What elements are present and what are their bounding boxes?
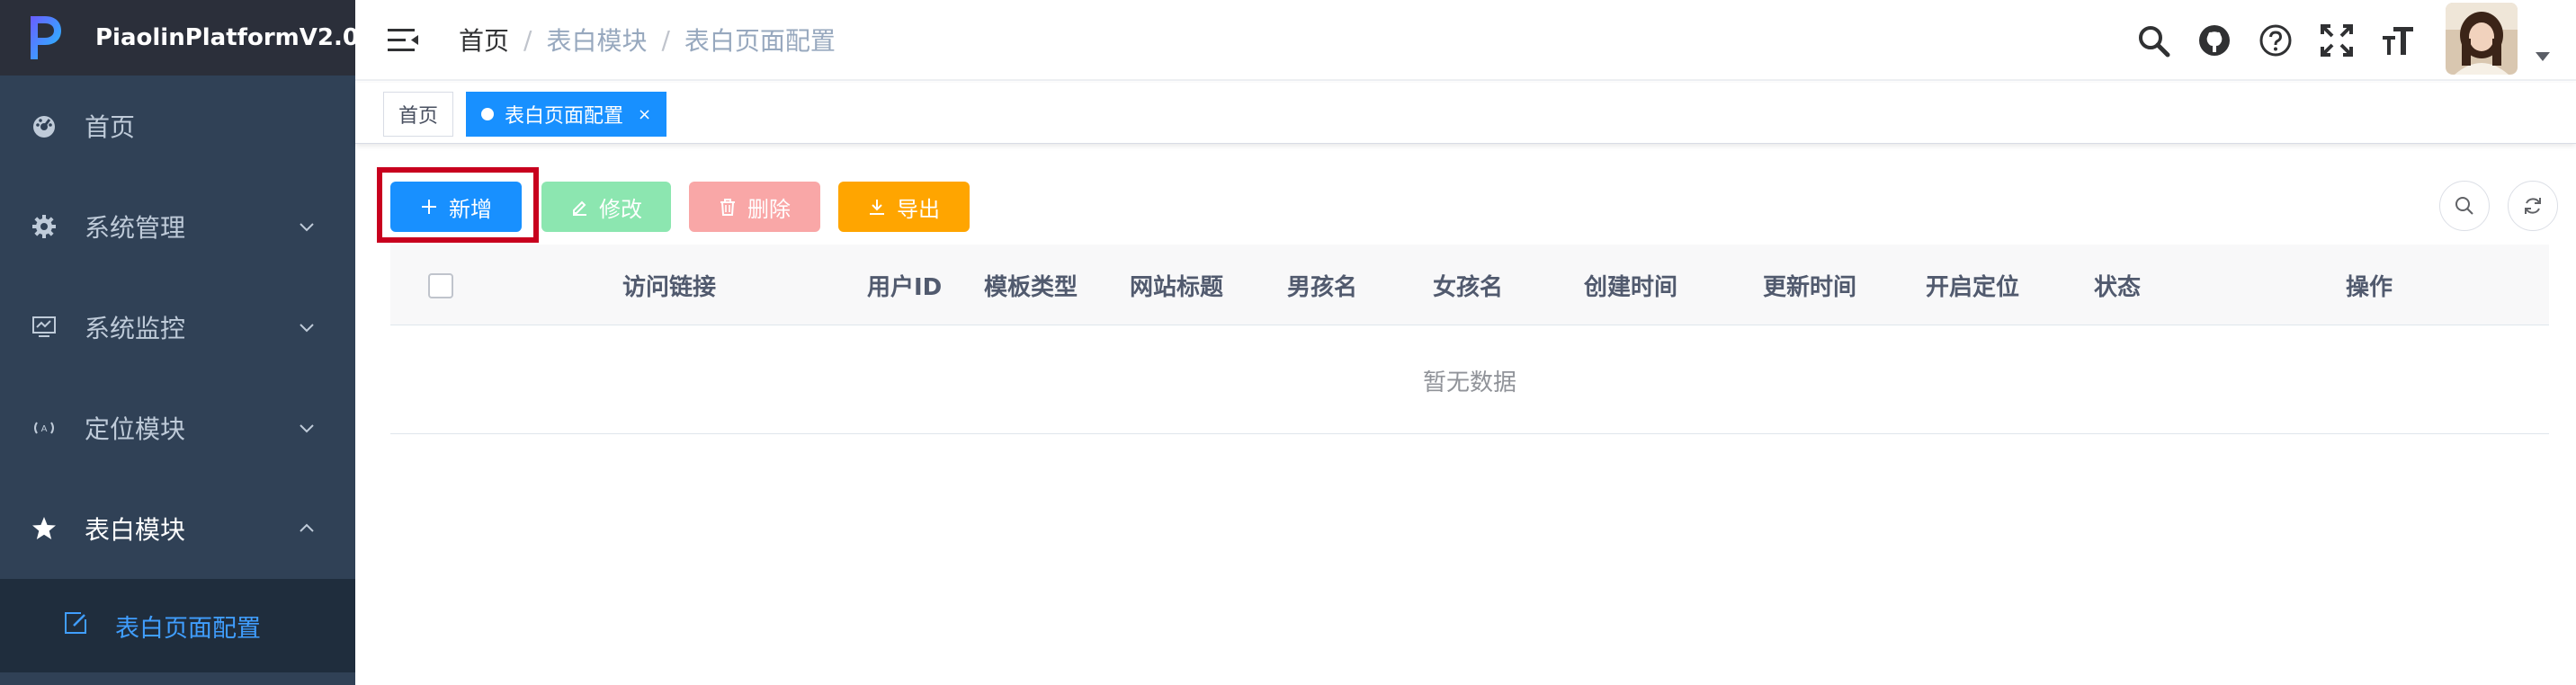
tag-home[interactable]: 首页 (383, 92, 454, 137)
column-header: 更新时间 (1763, 273, 1857, 301)
sidebar-item-label: 首页 (85, 112, 136, 142)
sidebar-menu: 首页 系统管理 系统监控 A 定位模块 表白模块 表白页面配置 (0, 76, 355, 672)
sidebar-item-system-monitor[interactable]: 系统监控 (0, 277, 355, 378)
sidebar-item-home[interactable]: 首页 (0, 76, 355, 176)
chevron-up-icon (300, 523, 314, 532)
column-header: 操作 (2346, 273, 2393, 301)
star-icon (31, 515, 58, 542)
trash-icon (719, 198, 737, 216)
column-header: 用户ID (867, 273, 943, 301)
tag-confession-page-config[interactable]: 表白页面配置 × (466, 92, 667, 137)
sidebar-item-label: 系统管理 (85, 213, 186, 243)
monitor-icon (31, 314, 58, 341)
font-size-icon[interactable] (2379, 22, 2417, 59)
location-icon: A (31, 414, 58, 441)
table-header: 访问链接 用户ID 模板类型 网站标题 男孩名 女孩名 创建时间 更新时间 开启… (390, 245, 2549, 325)
tag-label: 首页 (398, 105, 439, 128)
edit-icon (570, 198, 588, 216)
add-button-label: 新增 (449, 196, 492, 222)
chevron-down-icon (300, 223, 314, 232)
delete-button[interactable]: 删除 (689, 182, 820, 232)
download-icon (868, 198, 886, 216)
column-header: 创建时间 (1584, 273, 1678, 301)
sidebar-item-label: 系统监控 (85, 314, 186, 343)
add-button[interactable]: 新增 (390, 182, 522, 232)
search-toggle-button[interactable] (2439, 181, 2490, 231)
fullscreen-icon[interactable] (2318, 22, 2356, 59)
column-header: 网站标题 (1130, 273, 1224, 301)
column-header: 访问链接 (622, 273, 717, 301)
svg-text:A: A (41, 424, 48, 434)
sidebar-subitem-confession-page-config[interactable]: 表白页面配置 (0, 579, 355, 672)
refresh-icon (2525, 198, 2541, 214)
search-icon (2455, 197, 2473, 215)
app-title: PiaolinPlatformV2.0 (95, 24, 359, 51)
search-icon[interactable] (2134, 22, 2172, 59)
sidebar: PiaolinPlatformV2.0 首页 系统管理 系统监控 A 定位模块 … (0, 0, 359, 685)
export-button[interactable]: 导出 (838, 182, 970, 232)
github-icon[interactable] (2196, 22, 2233, 59)
chevron-down-icon (300, 424, 314, 433)
edit-button-label: 修改 (599, 196, 642, 222)
sidebar-item-confession[interactable]: 表白模块 (0, 478, 355, 579)
sidebar-item-label: 表白页面配置 (115, 614, 261, 643)
edit-icon (63, 610, 88, 642)
column-header: 状态 (2094, 273, 2142, 301)
empty-text: 暂无数据 (1422, 369, 1516, 396)
column-header: 模板类型 (984, 273, 1078, 301)
close-icon[interactable]: × (638, 105, 651, 124)
sidebar-item-system-management[interactable]: 系统管理 (0, 176, 355, 277)
column-header: 女孩名 (1433, 273, 1504, 301)
column-header: 男孩名 (1287, 273, 1358, 301)
top-navbar: 首页 / 表白模块 / 表白页面配置 (355, 0, 2576, 81)
export-button-label: 导出 (897, 196, 940, 222)
logo-area[interactable]: PiaolinPlatformV2.0 (0, 0, 359, 76)
tag-label: 表白页面配置 (505, 105, 624, 128)
delete-button-label: 删除 (747, 196, 791, 222)
active-dot-icon (481, 108, 494, 120)
table-body: 暂无数据 (390, 326, 2549, 434)
sidebar-item-location[interactable]: A 定位模块 (0, 378, 355, 478)
gear-icon (31, 213, 58, 240)
dashboard-icon (31, 112, 58, 139)
caret-down-icon[interactable] (2536, 52, 2550, 61)
header-tools (355, 0, 2576, 81)
app-root: PiaolinPlatformV2.0 首页 系统管理 系统监控 A 定位模块 … (0, 0, 2576, 685)
sidebar-item-label: 定位模块 (85, 414, 186, 444)
edit-button[interactable]: 修改 (541, 182, 671, 232)
column-header: 开启定位 (1926, 273, 2020, 301)
tags-view: 首页 表白页面配置 × (355, 83, 2576, 144)
plus-icon (420, 198, 438, 216)
select-all-checkbox[interactable] (428, 273, 453, 298)
chevron-down-icon (300, 324, 314, 333)
question-icon[interactable] (2257, 22, 2294, 59)
avatar[interactable] (2446, 3, 2518, 75)
refresh-button[interactable] (2508, 181, 2558, 231)
sidebar-item-label: 表白模块 (85, 515, 186, 545)
logo-icon (27, 13, 63, 63)
